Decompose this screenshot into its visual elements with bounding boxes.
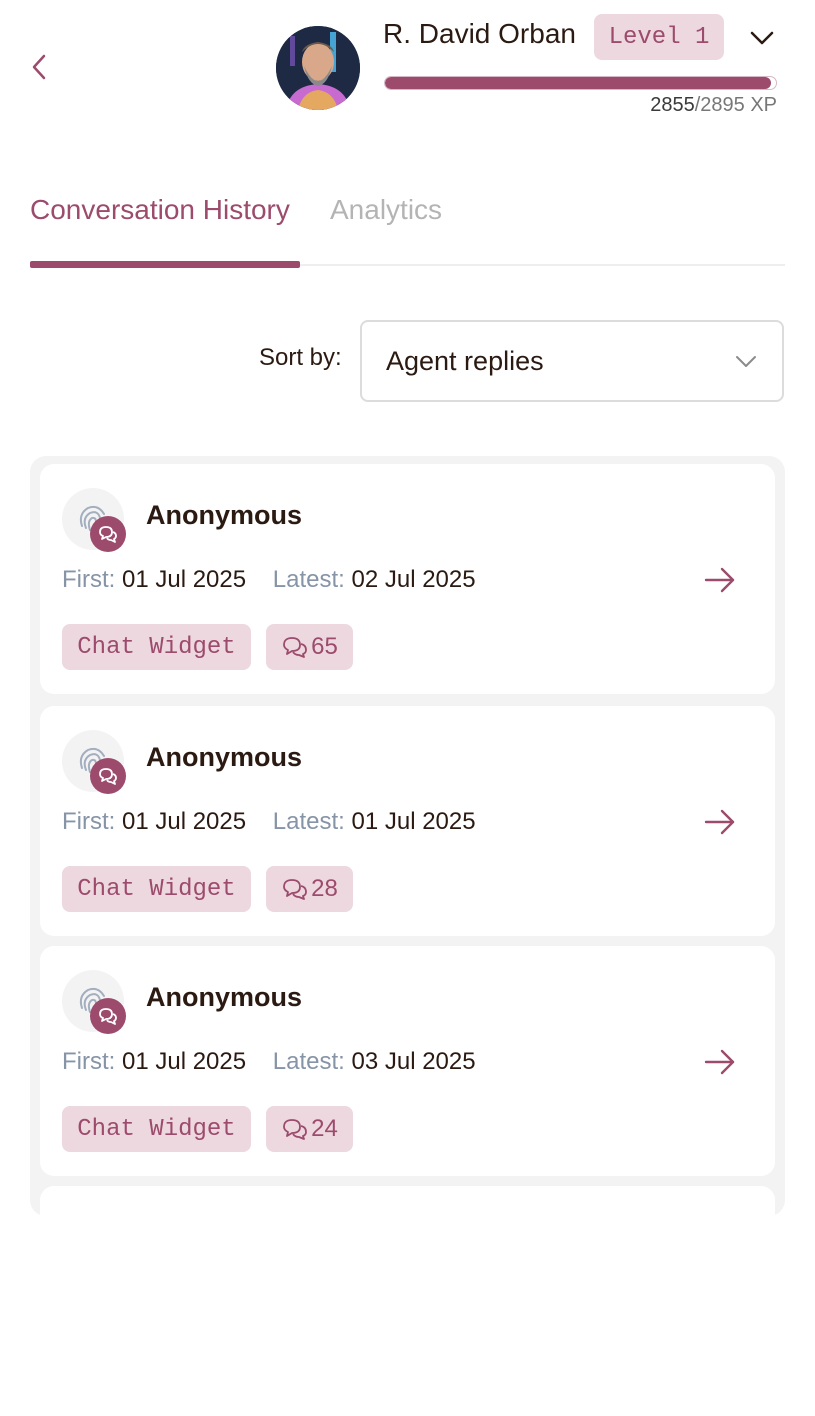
visitor-name: Anonymous: [146, 500, 303, 530]
channel-badge: [90, 998, 126, 1034]
channel-badge: [90, 758, 126, 794]
chevron-down-icon: [750, 31, 774, 45]
conversation-card[interactable]: Anonymous First: 01 Jul 2025 Latest: 01 …: [40, 706, 775, 936]
source-tag: Chat Widget: [62, 866, 251, 912]
first-date: 01 Jul 2025: [122, 1048, 247, 1075]
message-count-tag: 65: [266, 624, 353, 670]
tab-bar: Conversation History Analytics: [30, 180, 785, 268]
conversation-list: Anonymous First: 01 Jul 2025 Latest: 02 …: [30, 456, 785, 1416]
latest-date: 03 Jul 2025: [351, 1048, 476, 1075]
back-button[interactable]: [24, 50, 54, 84]
chat-bubbles-icon: [283, 879, 308, 900]
xp-readout: 2855/2895 XP: [650, 94, 777, 117]
first-label: First:: [62, 1048, 116, 1075]
channel-badge: [90, 516, 126, 552]
arrow-right-icon[interactable]: [703, 1048, 737, 1076]
first-label: First:: [62, 566, 116, 593]
conversation-dates: First: 01 Jul 2025 Latest: 01 Jul 2025: [62, 808, 476, 836]
conversation-card[interactable]: Anonymous First: 01 Jul 2025 Latest: 03 …: [40, 946, 775, 1176]
chat-bubbles-icon: [99, 768, 117, 785]
message-count-tag: 24: [266, 1106, 353, 1152]
arrow-right-icon[interactable]: [703, 808, 737, 836]
visitor-avatar: [62, 488, 126, 552]
tab-analytics[interactable]: Analytics: [330, 194, 442, 226]
conversation-dates: First: 01 Jul 2025 Latest: 02 Jul 2025: [62, 566, 476, 594]
chat-bubbles-icon: [283, 637, 308, 658]
sort-label: Sort by:: [259, 344, 342, 371]
visitor-avatar: [62, 970, 126, 1034]
chevron-left-icon: [32, 54, 46, 80]
avatar: [276, 26, 360, 110]
profile-header: R. David Orban Level 1 2855/2895 XP: [0, 0, 815, 150]
source-tag: Chat Widget: [62, 1106, 251, 1152]
latest-date: 01 Jul 2025: [351, 808, 476, 835]
chat-bubbles-icon: [99, 1008, 117, 1025]
latest-date: 02 Jul 2025: [351, 566, 476, 593]
xp-progress-fill: [385, 77, 771, 89]
first-date: 01 Jul 2025: [122, 808, 247, 835]
message-count: 24: [311, 1115, 338, 1142]
visitor-name: Anonymous: [146, 982, 303, 1012]
chevron-down-icon: [736, 356, 756, 367]
tab-conversation-history[interactable]: Conversation History: [30, 194, 290, 226]
message-count-tag: 28: [266, 866, 353, 912]
chat-bubbles-icon: [283, 1119, 308, 1140]
message-count: 65: [311, 633, 338, 660]
xp-progress-bar: [384, 76, 777, 90]
latest-label: Latest:: [272, 1048, 345, 1075]
sort-dropdown[interactable]: Agent replies: [360, 320, 784, 402]
visitor-name: Anonymous: [146, 742, 303, 772]
sort-selected-value: Agent replies: [386, 345, 544, 376]
account-menu-button[interactable]: [748, 24, 776, 52]
first-date: 01 Jul 2025: [122, 566, 247, 593]
conversation-dates: First: 01 Jul 2025 Latest: 03 Jul 2025: [62, 1048, 476, 1076]
xp-total: 2895 XP: [700, 94, 777, 116]
latest-label: Latest:: [272, 566, 345, 593]
xp-current: 2855: [650, 94, 695, 116]
first-label: First:: [62, 808, 116, 835]
chat-bubbles-icon: [99, 526, 117, 543]
user-name: R. David Orban: [383, 18, 576, 49]
level-badge: Level 1: [594, 14, 724, 60]
latest-label: Latest:: [272, 808, 345, 835]
conversation-card[interactable]: [40, 1186, 775, 1416]
visitor-avatar: [62, 730, 126, 794]
source-tag: Chat Widget: [62, 624, 251, 670]
arrow-right-icon[interactable]: [703, 566, 737, 594]
conversation-card[interactable]: Anonymous First: 01 Jul 2025 Latest: 02 …: [40, 464, 775, 694]
message-count: 28: [311, 875, 338, 902]
active-tab-indicator: [30, 261, 300, 268]
